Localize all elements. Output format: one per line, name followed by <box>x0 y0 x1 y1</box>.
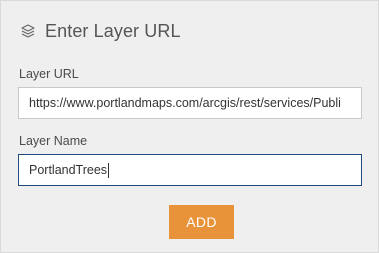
layer-url-input[interactable]: https://www.portlandmaps.com/arcgis/rest… <box>18 87 362 119</box>
layer-name-value: PortlandTrees <box>29 163 108 177</box>
text-cursor <box>108 162 110 178</box>
add-layer-panel: Enter Layer URL Layer URL https://www.po… <box>0 0 379 253</box>
panel-header: Enter Layer URL <box>19 18 181 44</box>
layers-icon <box>19 22 37 40</box>
layer-url-label: Layer URL <box>19 67 79 81</box>
layer-name-label: Layer Name <box>19 134 88 148</box>
add-button[interactable]: ADD <box>169 205 234 239</box>
layer-name-input[interactable]: PortlandTrees <box>18 154 362 186</box>
panel-title: Enter Layer URL <box>45 20 181 41</box>
layer-url-value: https://www.portlandmaps.com/arcgis/rest… <box>29 96 341 110</box>
